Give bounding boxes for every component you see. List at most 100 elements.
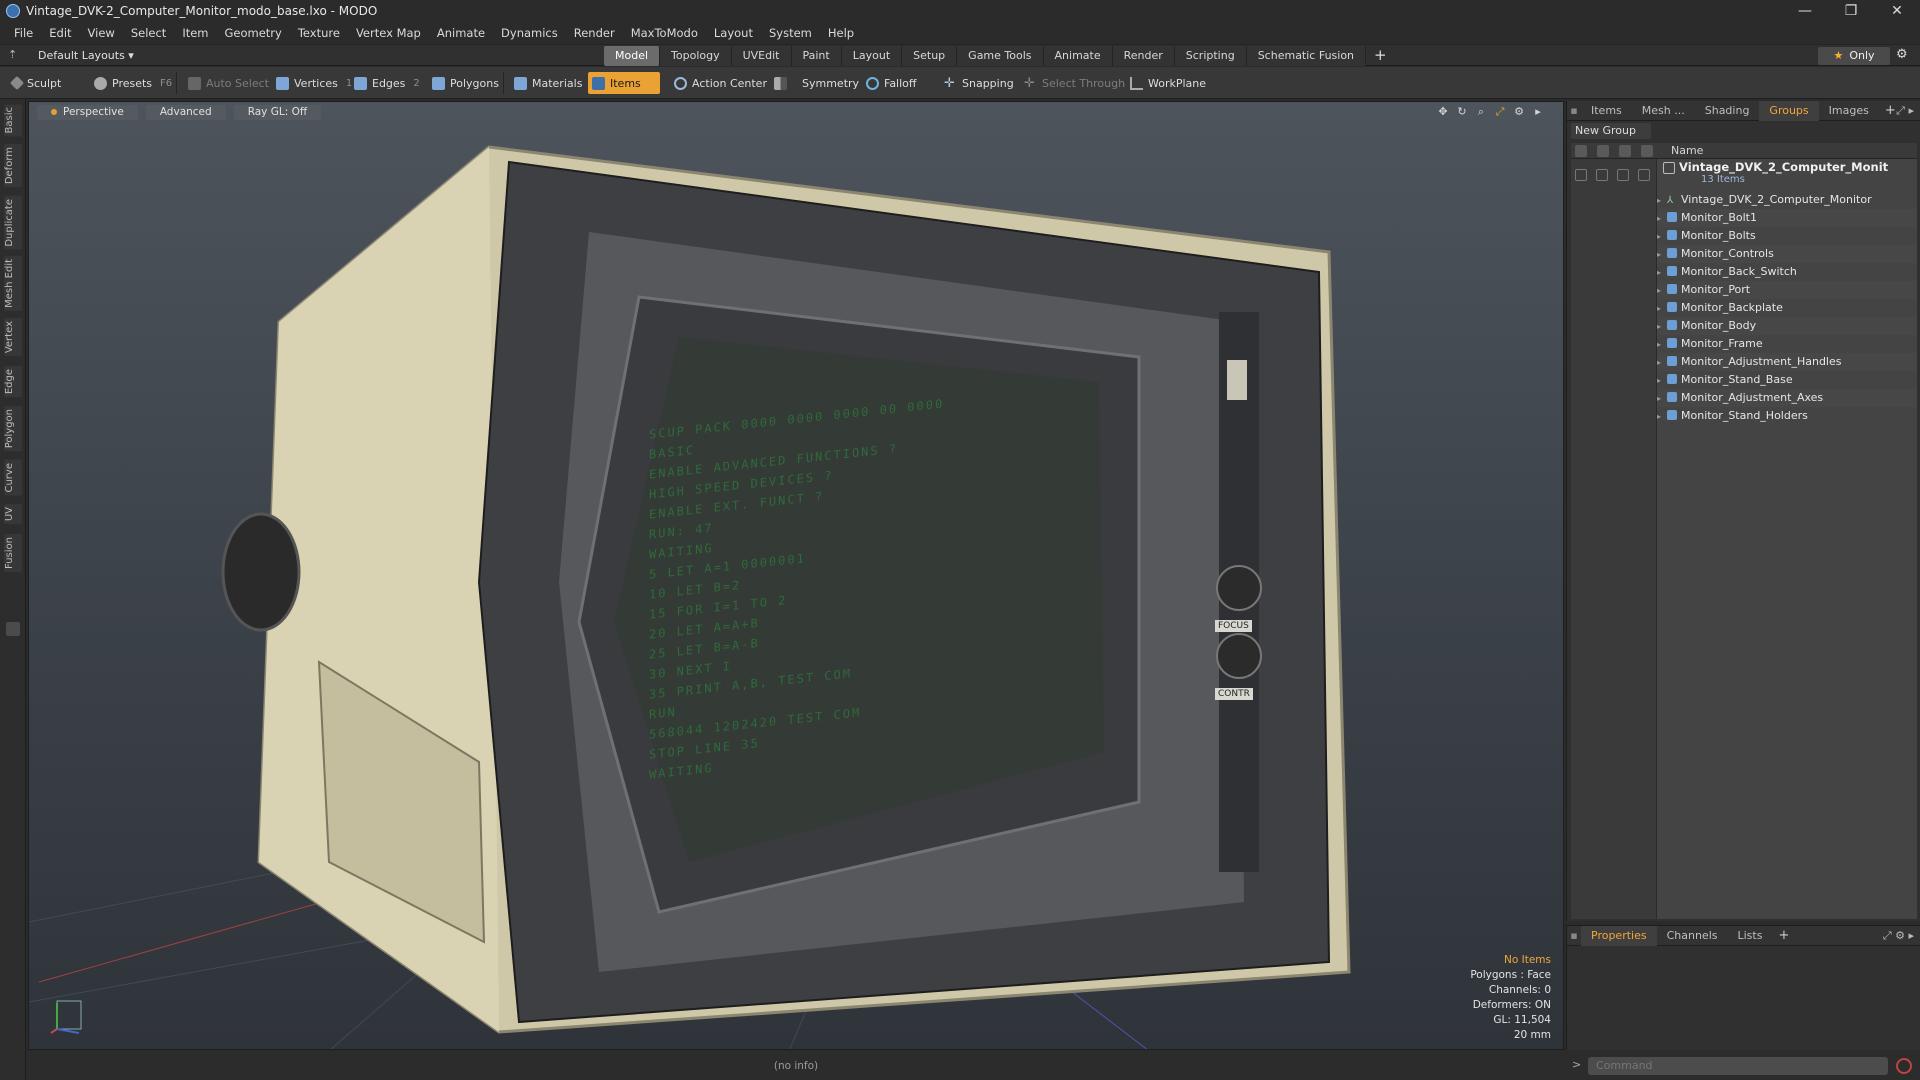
fit-icon[interactable]: ⤢ <box>1493 105 1507 119</box>
name-column-header[interactable]: Name <box>1671 144 1703 157</box>
expand-icon[interactable]: ▸ <box>1657 390 1667 408</box>
maximize-button[interactable]: ❐ <box>1828 0 1874 22</box>
menu-help[interactable]: Help <box>820 26 862 40</box>
list-item[interactable]: ▸ Monitor_Controls <box>1657 245 1917 263</box>
tab-duplicate[interactable]: Duplicate <box>4 196 22 250</box>
menu-system[interactable]: System <box>761 26 820 40</box>
expand-icon[interactable]: ▸ <box>1657 318 1667 336</box>
tab-mesh[interactable]: Mesh ... <box>1632 101 1695 121</box>
menu-vertex-map[interactable]: Vertex Map <box>348 26 429 40</box>
pan-icon[interactable]: ✥ <box>1436 105 1450 119</box>
render-column-icon[interactable] <box>1597 145 1609 157</box>
panel-grip-icon[interactable]: ▪ <box>1567 929 1581 942</box>
list-item[interactable]: ▸ ⅄ Vintage_DVK_2_Computer_Monitor <box>1657 191 1917 209</box>
expand-panel-icon[interactable]: ⤢ ▸ <box>1896 104 1914 118</box>
tab-render[interactable]: Render <box>1112 46 1175 66</box>
select-through-button[interactable]: ✛ Select Through <box>1020 72 1129 94</box>
list-item[interactable]: ▸ Monitor_Adjustment_Handles <box>1657 353 1917 371</box>
tab-polygon[interactable]: Polygon <box>4 406 22 452</box>
viewport-menu-icon[interactable]: ▸ <box>1531 105 1545 119</box>
expand-icon[interactable]: ▸ <box>1657 408 1667 426</box>
layout-arrow-icon[interactable]: ⇡ <box>8 49 20 61</box>
menu-layout[interactable]: Layout <box>706 26 761 40</box>
expand-icon[interactable]: ▸ <box>1657 372 1667 390</box>
tab-model[interactable]: Model <box>604 46 661 66</box>
list-item[interactable]: ▸ Monitor_Bolt1 <box>1657 209 1917 227</box>
tab-uvedit[interactable]: UVEdit <box>731 46 792 66</box>
new-group-button[interactable]: New Group <box>1571 123 1651 139</box>
tab-schematic-fusion[interactable]: Schematic Fusion <box>1246 46 1367 66</box>
tab-edge[interactable]: Edge <box>4 366 22 398</box>
menu-dynamics[interactable]: Dynamics <box>493 26 566 40</box>
tab-images[interactable]: Images <box>1819 101 1879 121</box>
tab-game-tools[interactable]: Game Tools <box>957 46 1044 66</box>
zoom-icon[interactable]: ⌕ <box>1474 105 1488 119</box>
menu-render[interactable]: Render <box>566 26 623 40</box>
list-item[interactable]: ▸ Monitor_Backplate <box>1657 299 1917 317</box>
tab-topology[interactable]: Topology <box>660 46 732 66</box>
list-item[interactable]: ▸ Monitor_Frame <box>1657 335 1917 353</box>
materials-button[interactable]: Materials <box>510 72 586 94</box>
expand-icon[interactable]: ▸ <box>1657 282 1667 300</box>
tab-items[interactable]: Items <box>1581 101 1632 121</box>
menu-maxtomodo[interactable]: MaxToModo <box>623 26 706 40</box>
workplane-button[interactable]: WorkPlane <box>1126 72 1210 94</box>
record-icon[interactable] <box>1896 1058 1912 1074</box>
expand-icon[interactable]: ▸ <box>1657 354 1667 372</box>
tab-fusion[interactable]: Fusion <box>4 534 22 572</box>
items-button[interactable]: Items <box>588 72 660 94</box>
tab-vertex[interactable]: Vertex <box>4 318 22 357</box>
expand-icon[interactable]: ▸ <box>1657 264 1667 282</box>
expand-icon[interactable]: ▸ <box>1657 300 1667 318</box>
snapping-button[interactable]: ✛ Snapping <box>940 72 1018 94</box>
falloff-button[interactable]: Falloff <box>862 72 920 94</box>
minimize-button[interactable]: — <box>1782 0 1828 22</box>
menu-select[interactable]: Select <box>123 26 174 40</box>
tab-scripting[interactable]: Scripting <box>1174 46 1247 66</box>
polygons-button[interactable]: Polygons <box>428 72 503 94</box>
viewport-settings-icon[interactable]: ⚙ <box>1512 105 1526 119</box>
select-icon[interactable] <box>1638 169 1650 181</box>
rotate-icon[interactable]: ↻ <box>1455 105 1469 119</box>
panel-grip-icon[interactable]: ▪ <box>1567 104 1581 117</box>
tab-lists[interactable]: Lists <box>1728 926 1773 946</box>
layouts-dropdown[interactable]: Default Layouts ▾ <box>38 49 134 62</box>
tab-uv[interactable]: UV <box>4 504 22 525</box>
tab-basic[interactable]: Basic <box>4 104 22 137</box>
expand-icon[interactable]: ▸ <box>1657 210 1667 228</box>
menu-edit[interactable]: Edit <box>41 26 79 40</box>
tab-deform[interactable]: Deform <box>4 144 22 188</box>
tab-groups[interactable]: Groups <box>1759 100 1819 121</box>
add-tab-icon[interactable]: + <box>1366 46 1395 66</box>
menu-geometry[interactable]: Geometry <box>217 26 290 40</box>
expand-icon[interactable]: ▸ <box>1657 228 1667 246</box>
add-tab-icon[interactable]: + <box>1772 928 1795 943</box>
vertices-button[interactable]: Vertices 1 <box>272 72 356 94</box>
list-item[interactable]: ▸ Monitor_Bolts <box>1657 227 1917 245</box>
visibility-column-icon[interactable] <box>1575 145 1587 157</box>
list-item[interactable]: ▸ Monitor_Port <box>1657 281 1917 299</box>
command-input[interactable] <box>1588 1057 1888 1075</box>
menu-texture[interactable]: Texture <box>290 26 348 40</box>
symmetry-button[interactable]: Symmetry <box>770 72 863 94</box>
expand-icon[interactable]: ▸ <box>1657 192 1667 210</box>
menu-animate[interactable]: Animate <box>429 26 493 40</box>
sculpt-button[interactable]: Sculpt <box>8 72 65 94</box>
list-item[interactable]: ▸ Monitor_Adjustment_Axes <box>1657 389 1917 407</box>
action-center-button[interactable]: Action Center <box>670 72 771 94</box>
raygl-toggle-button[interactable]: Ray GL: Off <box>233 104 322 120</box>
expand-icon[interactable]: ▸ <box>1657 246 1667 264</box>
menu-file[interactable]: File <box>6 26 41 40</box>
menu-view[interactable]: View <box>80 26 123 40</box>
gear-icon[interactable]: ⚙ <box>1896 47 1908 62</box>
list-item[interactable]: ▸ Monitor_Body <box>1657 317 1917 335</box>
menu-item[interactable]: Item <box>174 26 216 40</box>
tab-shading[interactable]: Shading <box>1695 101 1760 121</box>
lock-icon[interactable] <box>1617 169 1629 181</box>
panel-toggle-button[interactable] <box>6 622 20 636</box>
select-column-icon[interactable] <box>1641 145 1653 157</box>
edges-button[interactable]: Edges 2 <box>350 72 424 94</box>
tab-properties[interactable]: Properties <box>1581 925 1657 946</box>
tab-channels[interactable]: Channels <box>1657 926 1728 946</box>
tab-layout[interactable]: Layout <box>841 46 903 66</box>
